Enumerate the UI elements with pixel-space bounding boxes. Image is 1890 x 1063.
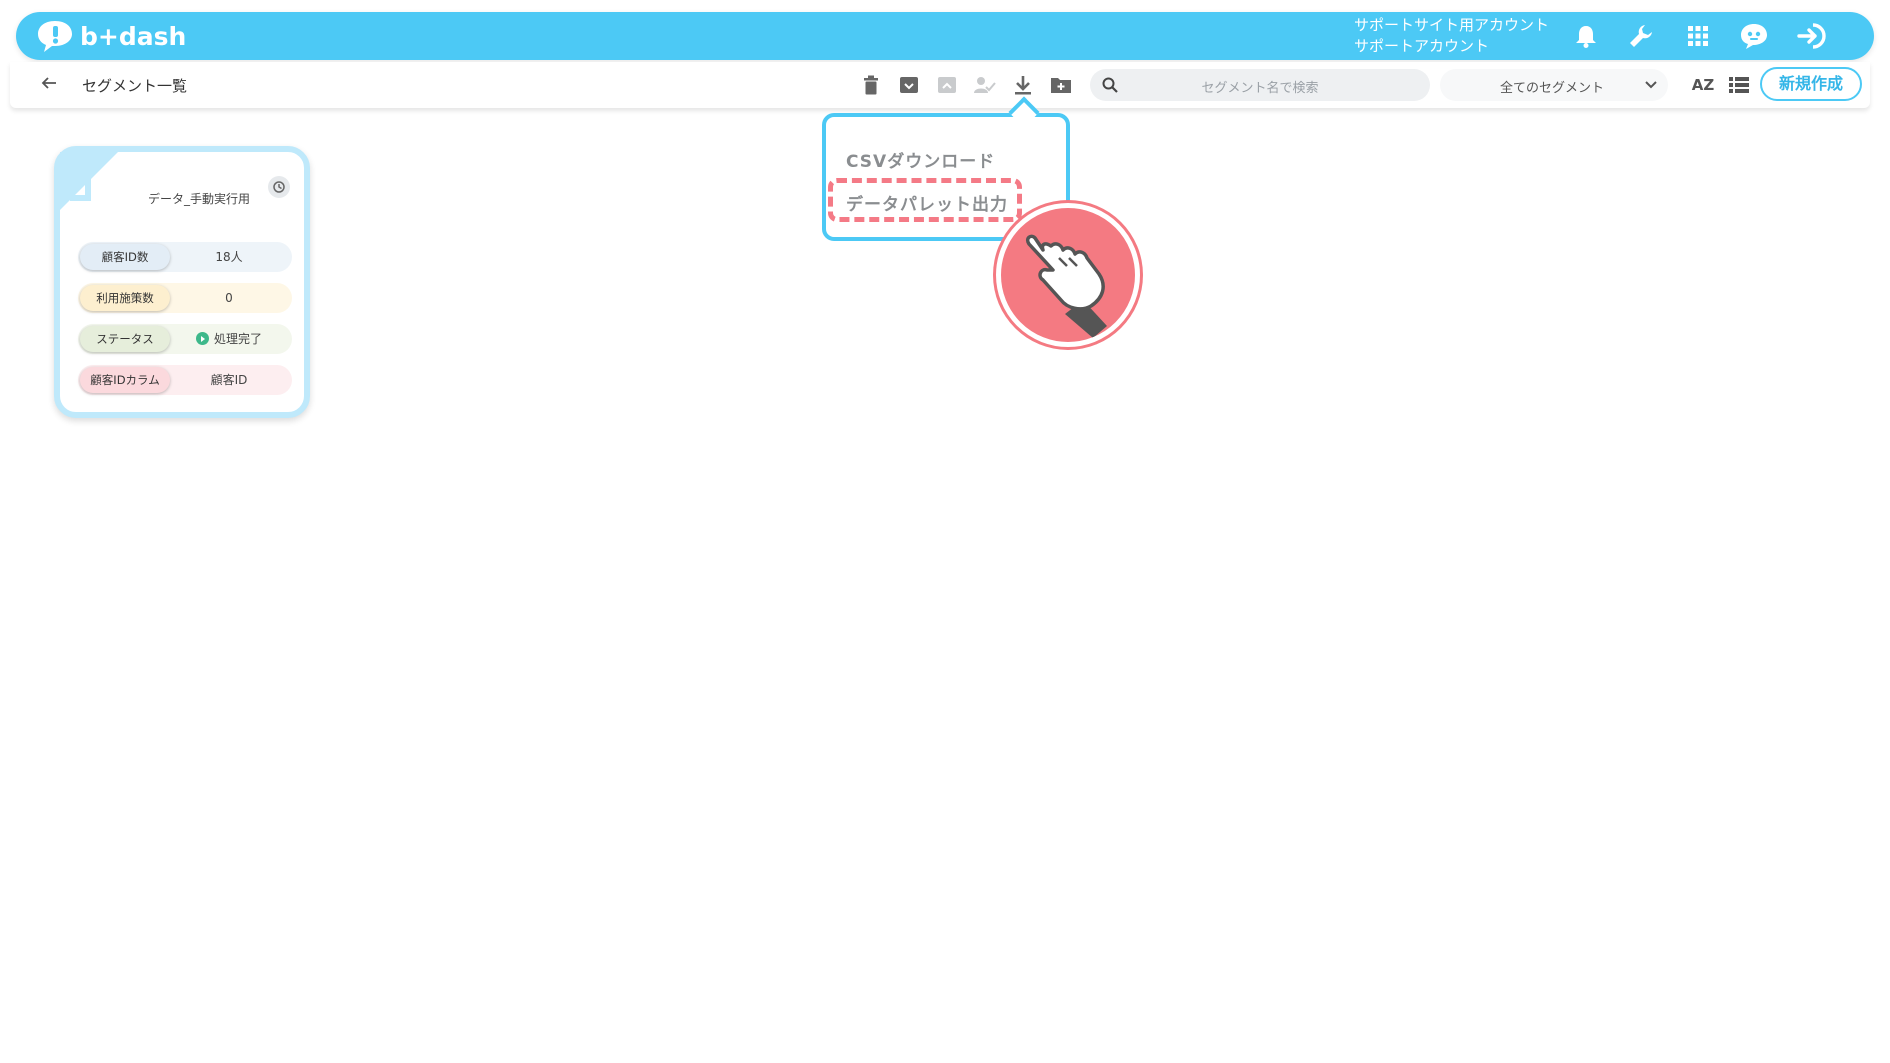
brand-name: b+dash	[80, 21, 187, 51]
status-text: 処理完了	[213, 332, 262, 346]
segment-name: データ_手動実行用	[148, 192, 251, 206]
row-value: 顧客ID	[210, 373, 248, 387]
card-row-status: ステータス 処理完了	[78, 324, 292, 354]
row-key: 顧客IDカラム	[80, 367, 170, 393]
row-value: 18人	[215, 250, 243, 264]
account-line-2: サポートアカウント	[1354, 37, 1490, 55]
card-folded-corner	[60, 152, 118, 210]
row-key: ステータス	[80, 326, 170, 352]
row-value-status: 処理完了	[174, 324, 284, 354]
trash-icon[interactable]	[858, 72, 884, 98]
page-title: セグメント一覧	[82, 77, 188, 95]
top-bar: b+dash サポートサイト用アカウント サポートアカウント	[16, 12, 1874, 60]
search-placeholder: セグメント名で検索	[1201, 81, 1319, 96]
create-new-button[interactable]: 新規作成	[1760, 67, 1862, 101]
segment-filter-select[interactable]: 全てのセグメント	[1440, 69, 1668, 101]
account-info[interactable]: サポートサイト用アカウント サポートアカウント	[1354, 15, 1549, 57]
card-row-id-column: 顧客IDカラム 顧客ID	[78, 365, 292, 395]
highlight-box	[828, 178, 1022, 222]
segment-card[interactable]: データ_手動実行用 顧客ID数 18人 利用施策数 0 ステータス 処理完了 顧…	[54, 146, 310, 418]
chevron-down-icon	[1645, 81, 1657, 89]
play-status-icon	[195, 332, 209, 345]
grid-icon[interactable]	[1682, 20, 1714, 52]
list-view-icon[interactable]	[1726, 72, 1752, 98]
sort-az-icon[interactable]: AZ	[1690, 72, 1716, 98]
wrench-icon[interactable]	[1625, 20, 1657, 52]
archive-icon[interactable]	[896, 72, 922, 98]
card-row-campaign-count: 利用施策数 0	[78, 283, 292, 313]
account-line-1: サポートサイト用アカウント	[1354, 16, 1550, 34]
row-value: 0	[225, 291, 233, 305]
unarchive-icon[interactable]	[934, 72, 960, 98]
menu-item-csv-download[interactable]: CSVダウンロード	[846, 147, 995, 172]
search-input[interactable]: セグメント名で検索	[1090, 69, 1430, 101]
chat-bot-icon[interactable]	[1738, 20, 1770, 52]
logout-icon[interactable]	[1796, 20, 1828, 52]
row-key: 顧客ID数	[80, 244, 170, 270]
assign-user-icon[interactable]	[972, 72, 998, 98]
brand-logo[interactable]: b+dash	[36, 18, 186, 54]
auto-run-icon[interactable]	[268, 176, 290, 198]
card-row-customer-count: 顧客ID数 18人	[78, 242, 292, 272]
bell-icon[interactable]	[1570, 20, 1602, 52]
add-folder-icon[interactable]	[1048, 72, 1074, 98]
download-icon[interactable]	[1010, 72, 1036, 98]
pointing-hand-icon	[996, 203, 1140, 347]
segment-filter-value: 全てのセグメント	[1500, 81, 1605, 96]
row-key: 利用施策数	[80, 285, 170, 311]
toolbar: セグメント一覧 セグメント名で検索 全てのセグメント AZ 新規作成	[10, 62, 1870, 108]
back-arrow-icon[interactable]	[40, 74, 58, 96]
speech-bubble-logo-icon	[38, 21, 72, 52]
